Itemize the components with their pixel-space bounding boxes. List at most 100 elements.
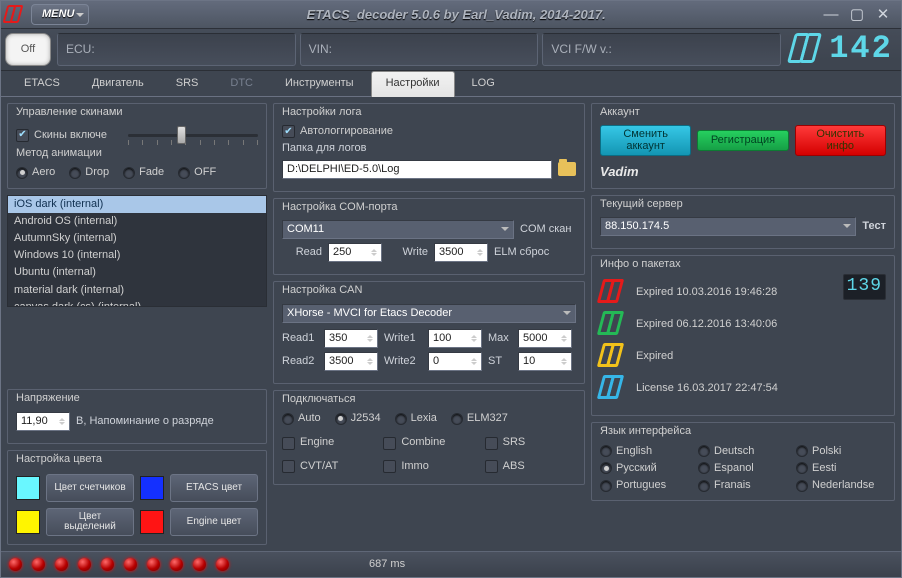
skins-slider[interactable] — [128, 134, 258, 137]
skin-listbox[interactable]: iOS dark (internal) Android OS (internal… — [7, 195, 267, 307]
chk-srs[interactable]: SRS — [485, 436, 576, 449]
com-scan-link[interactable]: COM скан — [520, 223, 576, 236]
lang-title: Язык интерфейса — [600, 425, 886, 438]
lang-russian-radio[interactable]: Русский — [600, 462, 690, 475]
counter-color-button[interactable]: Цвет счетчиков — [46, 474, 134, 502]
chk-engine[interactable]: Engine — [282, 436, 373, 449]
anim-aero-radio[interactable]: Aero — [16, 166, 55, 179]
tab-etacs[interactable]: ETACS — [9, 71, 75, 96]
list-item[interactable]: Android OS (internal) — [8, 213, 266, 230]
mode-elm327-radio[interactable]: ELM327 — [451, 412, 508, 425]
packets-title: Инфо о пакетах — [600, 258, 886, 271]
tab-instruments[interactable]: Инструменты — [270, 71, 369, 96]
com-port-combo[interactable]: COM11 — [282, 220, 514, 239]
lang-english-radio[interactable]: English — [600, 445, 690, 458]
mode-lexia-radio[interactable]: Lexia — [395, 412, 437, 425]
can-st-spinner[interactable]: 10 — [518, 352, 572, 371]
voltage-spinner[interactable]: 11,90 — [16, 412, 70, 431]
packet-icon — [600, 343, 628, 369]
com-write-label: Write — [388, 246, 428, 259]
tab-dtc[interactable]: DTC — [215, 71, 268, 96]
etacs-color-swatch[interactable] — [140, 476, 164, 500]
chk-combine[interactable]: Combine — [383, 436, 474, 449]
list-item[interactable]: Windows 10 (internal) — [8, 247, 266, 264]
tab-engine[interactable]: Двигатель — [77, 71, 159, 96]
com-group: Настройка COM-порта COM11 COM скан Read … — [273, 198, 585, 276]
status-leds — [9, 558, 229, 571]
autolog-checkbox[interactable]: ✔Автологгирование — [282, 125, 576, 138]
colors-title: Настройка цвета — [16, 453, 258, 466]
packet-icon — [600, 375, 628, 401]
can-write1-spinner[interactable]: 100 — [428, 329, 482, 348]
clear-info-button[interactable]: Очистить инфо — [795, 125, 886, 156]
packet-icon — [600, 311, 628, 337]
can-device-combo[interactable]: XHorse - MVCI for Etacs Decoder — [282, 304, 576, 323]
maximize-icon[interactable]: ▢ — [849, 6, 865, 24]
log-folder-input[interactable]: D:\DELPHI\ED-5.0\Log — [282, 160, 552, 179]
chk-abs[interactable]: ABS — [485, 460, 576, 473]
folder-icon[interactable] — [558, 162, 576, 176]
highlight-color-swatch[interactable] — [16, 510, 40, 534]
status-latency: 687 ms — [369, 558, 405, 571]
led-icon — [55, 558, 68, 571]
led-icon — [9, 558, 22, 571]
change-account-button[interactable]: Сменить аккаунт — [600, 125, 691, 156]
tab-srs[interactable]: SRS — [161, 71, 214, 96]
tab-log[interactable]: LOG — [457, 71, 510, 96]
server-test-link[interactable]: Тест — [862, 220, 886, 233]
lang-franais-radio[interactable]: Franais — [698, 479, 788, 492]
connect-title: Подключаться — [282, 393, 576, 406]
led-icon — [32, 558, 45, 571]
server-combo[interactable]: 88.150.174.5 — [600, 217, 856, 236]
lang-deutsch-radio[interactable]: Deutsch — [698, 445, 788, 458]
chk-cvt[interactable]: CVT/AT — [282, 460, 373, 473]
anim-fade-radio[interactable]: Fade — [123, 166, 164, 179]
register-button[interactable]: Регистрация — [697, 130, 788, 151]
can-write2-spinner[interactable]: 0 — [428, 352, 482, 371]
lang-nederlandse-radio[interactable]: Nederlandse — [796, 479, 886, 492]
elm-reset-link[interactable]: ELM сброс — [494, 246, 550, 259]
main-menu-button[interactable]: MENU — [31, 4, 89, 25]
list-item[interactable]: AutumnSky (internal) — [8, 230, 266, 247]
etacs-color-button[interactable]: ETACS цвет — [170, 474, 258, 502]
com-read-spinner[interactable]: 250 — [328, 243, 382, 262]
can-read1-label: Read1 — [282, 332, 318, 345]
lang-espanol-radio[interactable]: Espanol — [698, 462, 788, 475]
can-read2-spinner[interactable]: 3500 — [324, 352, 378, 371]
anim-off-radio[interactable]: OFF — [178, 166, 216, 179]
close-icon[interactable]: ✕ — [875, 6, 891, 24]
engine-color-button[interactable]: Engine цвет — [170, 508, 258, 536]
chk-immo[interactable]: Immo — [383, 460, 474, 473]
can-max-label: Max — [488, 332, 512, 345]
connect-group: Подключаться Auto J2534 Lexia ELM327 Eng… — [273, 390, 585, 485]
can-title: Настройка CAN — [282, 284, 576, 297]
led-icon — [124, 558, 137, 571]
minimize-icon[interactable]: — — [823, 6, 839, 24]
off-button[interactable]: Off — [5, 33, 51, 66]
can-read1-spinner[interactable]: 350 — [324, 329, 378, 348]
lang-portugues-radio[interactable]: Portugues — [600, 479, 690, 492]
list-item[interactable]: Ubuntu (internal) — [8, 264, 266, 281]
tab-bar: ETACS Двигатель SRS DTC Инструменты Наст… — [1, 71, 901, 97]
window-title: ETACS_decoder 5.0.6 by Earl_Vadim, 2014-… — [89, 7, 823, 23]
counter-color-swatch[interactable] — [16, 476, 40, 500]
tab-settings[interactable]: Настройки — [371, 71, 455, 97]
engine-color-swatch[interactable] — [140, 510, 164, 534]
packets-group: Инфо о пакетах 139 Expired 10.03.2016 19… — [591, 255, 895, 416]
list-item[interactable]: material dark (internal) — [8, 282, 266, 299]
com-write-spinner[interactable]: 3500 — [434, 243, 488, 262]
can-st-label: ST — [488, 355, 512, 368]
skins-enable-checkbox[interactable]: ✔Скины включе — [16, 129, 107, 142]
app-logo — [5, 5, 27, 25]
mode-j2534-radio[interactable]: J2534 — [335, 412, 381, 425]
list-item[interactable]: iOS dark (internal) — [8, 196, 266, 213]
anim-drop-radio[interactable]: Drop — [69, 166, 109, 179]
header-counter: 142 — [787, 31, 897, 68]
lang-polski-radio[interactable]: Polski — [796, 445, 886, 458]
can-max-spinner[interactable]: 5000 — [518, 329, 572, 348]
mode-auto-radio[interactable]: Auto — [282, 412, 321, 425]
lang-eesti-radio[interactable]: Eesti — [796, 462, 886, 475]
list-item[interactable]: canvas dark (cs) (internal) — [8, 299, 266, 307]
vci-field: VCI F/W v.: — [542, 33, 781, 66]
highlight-color-button[interactable]: Цвет выделений — [46, 508, 134, 536]
